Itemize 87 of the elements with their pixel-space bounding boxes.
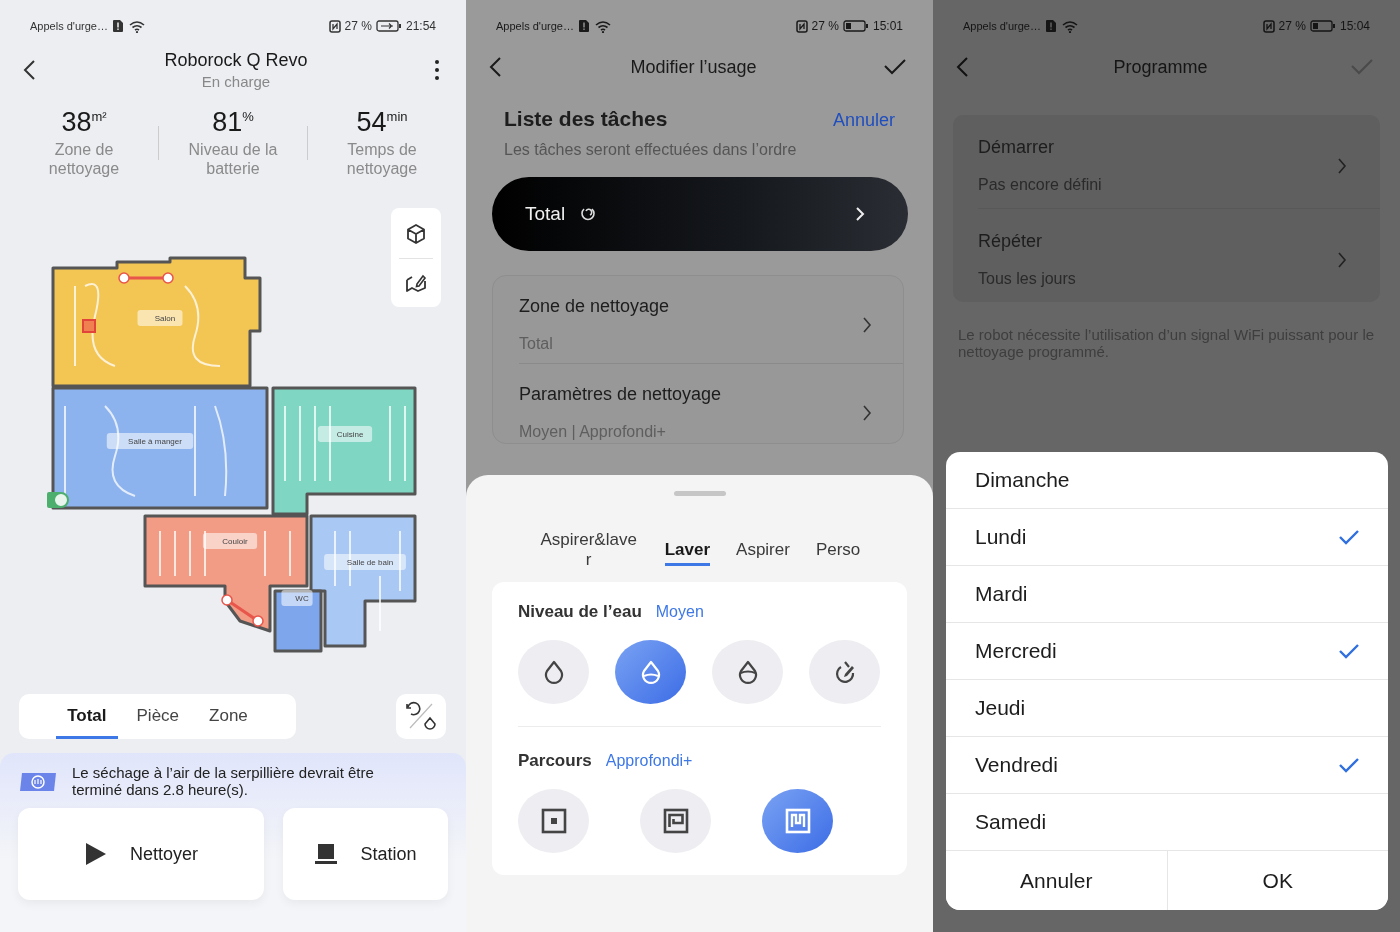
room-label[interactable]: WC: [281, 590, 313, 607]
room-label[interactable]: Salle à manger: [106, 433, 194, 450]
stat-unit: %: [242, 109, 254, 124]
robot-marker-icon: [82, 319, 96, 334]
room-area[interactable]: [51, 386, 269, 510]
sim-alert-icon: [577, 19, 590, 33]
zigzag-square-icon: [783, 807, 812, 835]
room-area[interactable]: [273, 589, 323, 653]
stat-value: 38: [61, 107, 92, 138]
room-label[interactable]: Couloir: [202, 533, 258, 550]
dock-station-icon: [314, 842, 339, 867]
day-option[interactable]: Mardi: [946, 566, 1388, 623]
sim-alert-icon: [1044, 19, 1057, 33]
action-button[interactable]: Nettoyer: [18, 808, 264, 901]
setting-title: Niveau de l’eau: [518, 602, 642, 622]
day-option[interactable]: Mercredi: [946, 623, 1388, 680]
day-option[interactable]: Jeudi: [946, 680, 1388, 737]
status-text: Appels d'urge…: [30, 20, 108, 32]
mode-tab[interactable]: Aspirer&laver: [538, 525, 639, 577]
wifi-icon: [593, 19, 612, 33]
nfc-icon: [795, 19, 808, 33]
device-title: Roborock Q Revo: [163, 50, 309, 71]
room-area[interactable]: [143, 514, 309, 633]
mode-tab[interactable]: Total: [56, 693, 118, 739]
status-text: Appels d'urge…: [963, 20, 1041, 32]
sim-alert-icon: [111, 19, 124, 33]
nfc-icon: [328, 19, 341, 33]
section-subtitle: Les tâches seront effectuées dans l’ordre: [503, 141, 798, 159]
vacuum-mop-toggle[interactable]: [396, 693, 446, 739]
mode-tab[interactable]: Perso: [815, 535, 861, 567]
day-option[interactable]: Dimanche: [946, 452, 1388, 509]
chevron-right-icon: [854, 205, 866, 223]
stat-label: Niveau de la batterie: [187, 140, 279, 179]
room-label[interactable]: Cuisine: [317, 426, 373, 443]
room-area[interactable]: [271, 386, 417, 516]
notice-text: Le séchage à l’air de la serpillière devrait être terminé dans 2.8 heure(s).: [72, 765, 375, 799]
page-title: Programme: [1112, 56, 1209, 78]
dock-icon: [47, 492, 69, 509]
stat-unit: m²: [91, 109, 107, 124]
confirm-check-icon[interactable]: [883, 57, 907, 77]
battery-percent: 27 %: [1278, 19, 1306, 33]
day-option[interactable]: Lundi: [946, 509, 1388, 566]
more-icon[interactable]: [434, 59, 440, 81]
status-time: 15:04: [1339, 19, 1370, 33]
stat-unit: min: [386, 109, 408, 124]
mode-tab[interactable]: Aspirer: [736, 535, 790, 567]
cycle-icon: [579, 205, 598, 223]
status-time: 15:01: [872, 19, 903, 33]
confirm-check-icon[interactable]: [1350, 57, 1374, 77]
device-status: En charge: [200, 73, 272, 90]
stat-label: Zone de nettoyage: [47, 140, 121, 179]
no-go-line: [221, 594, 264, 628]
stat-label: Temps de nettoyage: [345, 140, 419, 179]
mode-tab[interactable]: Pièce: [125, 693, 191, 739]
status-time: 21:54: [405, 19, 436, 33]
sheet-handle[interactable]: [673, 491, 726, 496]
dialog-button[interactable]: OK: [1166, 851, 1388, 910]
back-icon[interactable]: [488, 55, 504, 79]
mode-tab[interactable]: Laver: [664, 535, 711, 567]
room-area[interactable]: [309, 514, 417, 648]
status-text: Appels d'urge…: [496, 20, 574, 32]
stat-value: 81: [212, 107, 243, 138]
task-item[interactable]: Total: [492, 177, 908, 251]
back-icon[interactable]: [22, 58, 38, 82]
room-label[interactable]: Salon: [137, 310, 183, 327]
spiral-square-icon: [661, 807, 690, 835]
settings-row[interactable]: Zone de nettoyage Total: [519, 276, 903, 364]
battery-percent: 27 %: [344, 19, 372, 33]
setting-title: Parcours: [518, 751, 592, 771]
setting-value: Moyen: [655, 603, 704, 621]
stat-value: 54: [356, 107, 387, 138]
wifi-icon: [1060, 19, 1079, 33]
room-area[interactable]: [51, 256, 262, 388]
room-label[interactable]: Salle de bain: [324, 554, 406, 571]
action-button[interactable]: Station: [283, 808, 448, 901]
section-title: Liste des tâches: [504, 107, 668, 131]
battery-percent: 27 %: [811, 19, 839, 33]
day-option[interactable]: Vendredi: [946, 737, 1388, 794]
nfc-icon: [1262, 19, 1275, 33]
wifi-icon: [127, 19, 146, 33]
play-icon: [84, 841, 108, 868]
setting-value: Approfondi+: [605, 752, 693, 770]
3d-cube-icon[interactable]: [404, 222, 428, 247]
no-go-line: [118, 272, 174, 285]
settings-row[interactable]: Paramètres de nettoyage Moyen | Approfondi+: [519, 364, 903, 443]
page-title: Modifier l’usage: [629, 56, 758, 78]
mode-tab[interactable]: Zone: [198, 693, 259, 739]
